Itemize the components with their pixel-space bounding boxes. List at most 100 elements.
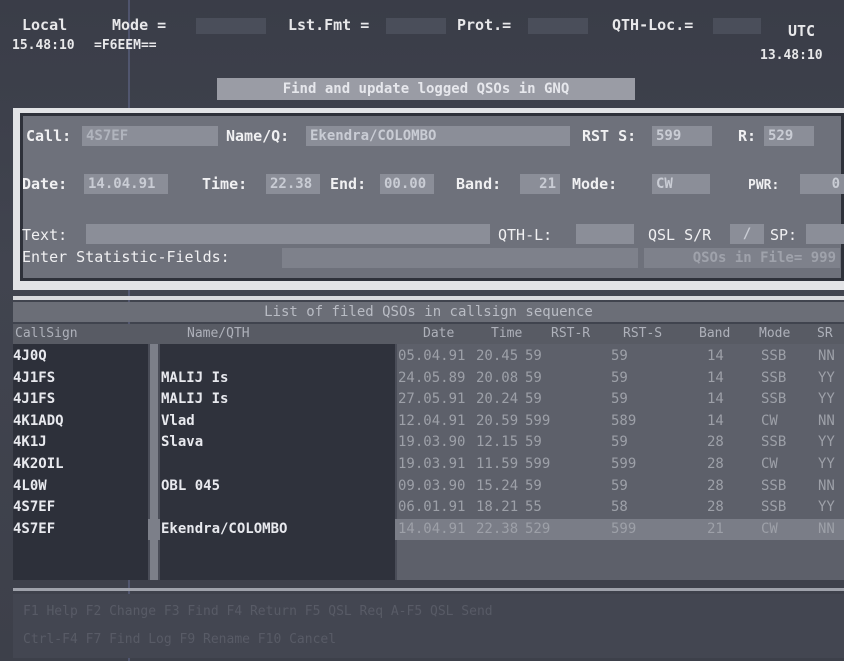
qsl-sr-field[interactable]: / xyxy=(730,224,764,244)
table-row[interactable]: 4L0W OBL 045 09.03.90 15.24 59 59 28 SSB NN xyxy=(13,476,844,497)
row-time: 20.59 xyxy=(476,412,519,429)
text-field[interactable] xyxy=(86,224,490,244)
row-band: 14 xyxy=(707,369,724,386)
row-name-qth: OBL 045 xyxy=(161,477,221,494)
call-field[interactable]: 4S7EF xyxy=(82,126,218,146)
row-time: 11.59 xyxy=(476,456,519,472)
local-time: 15.48:10 xyxy=(12,38,75,53)
row-rsts: 599 xyxy=(611,456,637,472)
pwr-field[interactable]: 0 xyxy=(800,174,844,194)
row-time: 15.24 xyxy=(476,477,519,494)
row-mode: SSB xyxy=(761,369,787,386)
row-date: 19.03.91 xyxy=(398,456,466,472)
col-time: Time xyxy=(491,326,523,341)
row-rsts: 59 xyxy=(611,348,628,364)
qsl-sr-label: QSL S/R xyxy=(648,226,712,244)
row-band: 14 xyxy=(707,412,724,429)
row-band: 28 xyxy=(707,434,724,451)
row-sr: YY xyxy=(818,369,835,386)
row-mode: SSB xyxy=(761,391,787,408)
row-sr: YY xyxy=(818,456,835,472)
rst-sent-field[interactable]: 599 xyxy=(652,126,712,146)
row-sr: YY xyxy=(818,391,835,408)
qthloc-field[interactable] xyxy=(713,18,761,34)
mode-field-label: Mode: xyxy=(572,175,618,193)
col-date: Date xyxy=(423,326,455,341)
mode-label: Mode = xyxy=(112,16,167,34)
row-mode: SSB xyxy=(761,434,787,451)
row-date: 14.04.91 xyxy=(398,520,466,537)
row-rsts: 58 xyxy=(611,499,628,516)
statistic-fields-input[interactable] xyxy=(282,248,638,268)
row-time: 20.24 xyxy=(476,391,519,408)
pwr-label: PWR: xyxy=(748,178,780,193)
table-row[interactable]: 4J1FS MALIJ Is 27.05.91 20.24 59 59 14 SSB YY xyxy=(13,389,844,410)
row-band: 14 xyxy=(707,348,724,364)
row-date: 12.04.91 xyxy=(398,412,466,429)
name-field[interactable]: Ekendra/COLOMBO xyxy=(306,126,570,146)
row-date: 06.01.91 xyxy=(398,499,466,516)
row-band: 28 xyxy=(707,477,724,494)
row-callsign: 4S7EF xyxy=(13,499,56,516)
date-label: Date: xyxy=(22,175,68,193)
qth-locator-label: QTH-L: xyxy=(498,226,553,244)
row-name-qth: MALIJ Is xyxy=(161,369,229,386)
text-label: Text: xyxy=(22,226,68,244)
col-callsign: CallSign xyxy=(15,326,78,341)
row-mode: SSB xyxy=(761,348,787,364)
utc-time: 13.48:10 xyxy=(760,48,823,63)
rst-rcvd-field[interactable]: 529 xyxy=(764,126,814,146)
table-row[interactable]: 4S7EF 06.01.91 18.21 55 58 28 SSB YY xyxy=(13,497,844,518)
mode-value-field[interactable]: CW xyxy=(652,174,710,194)
prot-field[interactable] xyxy=(528,18,588,34)
col-rst-r: RST-R xyxy=(551,326,591,341)
end-label: End: xyxy=(330,175,367,193)
row-band: 21 xyxy=(707,520,724,537)
row-mode: SSB xyxy=(761,499,787,516)
row-callsign: 4L0W xyxy=(13,477,47,494)
table-row[interactable]: 4J0Q 05.04.91 20.45 59 59 14 SSB NN xyxy=(13,346,844,367)
row-rstr: 599 xyxy=(525,456,551,472)
col-band: Band xyxy=(699,326,731,341)
list-divider xyxy=(13,296,844,300)
table-row[interactable]: 4J1FS MALIJ Is 24.05.89 20.08 59 59 14 SSB YY xyxy=(13,368,844,389)
row-rsts: 599 xyxy=(611,520,637,537)
row-sr: NN xyxy=(818,477,835,494)
time-field[interactable]: 22.38 xyxy=(266,174,320,194)
row-date: 27.05.91 xyxy=(398,391,466,408)
row-rsts: 59 xyxy=(611,391,628,408)
row-date: 05.04.91 xyxy=(398,348,466,364)
end-field[interactable]: 00.00 xyxy=(380,174,434,194)
sp-label: SP: xyxy=(770,226,798,244)
mode-field[interactable] xyxy=(196,18,266,34)
lstfmt-label: Lst.Fmt = xyxy=(288,16,370,34)
row-callsign: 4J1FS xyxy=(13,391,56,408)
row-rstr: 599 xyxy=(525,412,551,429)
row-rstr: 59 xyxy=(525,477,542,494)
row-callsign: 4S7EF xyxy=(13,520,56,537)
row-rstr: 59 xyxy=(525,434,542,451)
qthloc-label: QTH-Loc.= xyxy=(612,16,694,34)
local-label: Local xyxy=(22,16,68,34)
row-sr: YY xyxy=(818,434,835,451)
sp-field[interactable] xyxy=(806,224,844,244)
row-mode: CW xyxy=(761,520,778,537)
station-callsign: =F6EEM== xyxy=(94,38,157,53)
qth-locator-field[interactable] xyxy=(576,224,634,244)
table-row[interactable]: 4S7EF Ekendra/COLOMBO 14.04.91 22.38 529 599 2… xyxy=(13,518,844,540)
col-mode: Mode xyxy=(759,326,791,341)
band-label: Band: xyxy=(456,175,502,193)
row-mode: SSB xyxy=(761,477,787,494)
band-field[interactable]: 21 xyxy=(520,174,560,194)
table-row[interactable]: 4K1ADQ Vlad 12.04.91 20.59 599 589 14 CW NN xyxy=(13,411,844,432)
row-callsign: 4J1FS xyxy=(13,369,56,386)
table-row[interactable]: 4K1J Slava 19.03.90 12.15 59 59 28 SSB YY xyxy=(13,432,844,453)
date-field[interactable]: 14.04.91 xyxy=(84,174,168,194)
rst-sent-label: RST S: xyxy=(582,127,637,145)
row-time: 12.15 xyxy=(476,434,519,451)
row-callsign: 4K2OIL xyxy=(13,456,64,472)
table-row[interactable]: 4K2OIL 19.03.91 11.59 599 599 28 CW YY xyxy=(13,454,844,475)
row-rstr: 529 xyxy=(525,520,551,537)
lstfmt-field[interactable] xyxy=(386,18,446,34)
utc-label: UTC xyxy=(788,22,816,40)
